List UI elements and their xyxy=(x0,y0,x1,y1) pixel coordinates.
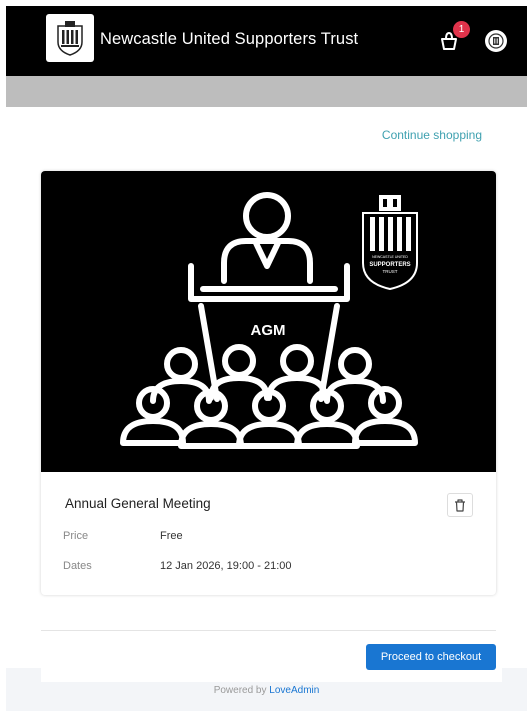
loveadmin-link[interactable]: LoveAdmin xyxy=(269,685,319,696)
cart-count-badge[interactable]: 1 xyxy=(453,21,470,38)
price-label: Price xyxy=(63,530,89,542)
dates-label: Dates xyxy=(63,560,92,572)
agm-image-label: AGM xyxy=(251,322,286,339)
svg-text:NEWCASTLE UNITED: NEWCASTLE UNITED xyxy=(372,255,408,259)
divider xyxy=(41,630,496,631)
svg-text:SUPPORTERS: SUPPORTERS xyxy=(369,262,410,268)
dates-value: 12 Jan 2026, 19:00 - 21:00 xyxy=(160,560,292,572)
delete-item-button[interactable] xyxy=(447,493,473,517)
event-image: AGM NEWCASTLE UNITED SUPPORTERS TRUST xyxy=(41,171,496,472)
price-value: Free xyxy=(160,530,183,542)
trash-icon xyxy=(455,498,465,512)
item-title: Annual General Meeting xyxy=(65,496,211,511)
continue-shopping-link[interactable]: Continue shopping xyxy=(382,128,482,142)
app-header: Newcastle United Supporters Trust 1 xyxy=(6,6,527,76)
avatar-icon[interactable] xyxy=(485,30,507,52)
crest-logo-icon[interactable] xyxy=(46,14,94,62)
proceed-to-checkout-button[interactable]: Proceed to checkout xyxy=(366,644,496,670)
app-title: Newcastle United Supporters Trust xyxy=(100,30,359,48)
svg-text:TRUST: TRUST xyxy=(383,269,398,274)
footer: Powered by LoveAdmin xyxy=(6,668,527,711)
basket-item-card: AGM NEWCASTLE UNITED SUPPORTERS TRUST An… xyxy=(41,171,496,595)
powered-by-text: Powered by xyxy=(213,685,267,696)
sub-header-bar xyxy=(6,76,527,107)
